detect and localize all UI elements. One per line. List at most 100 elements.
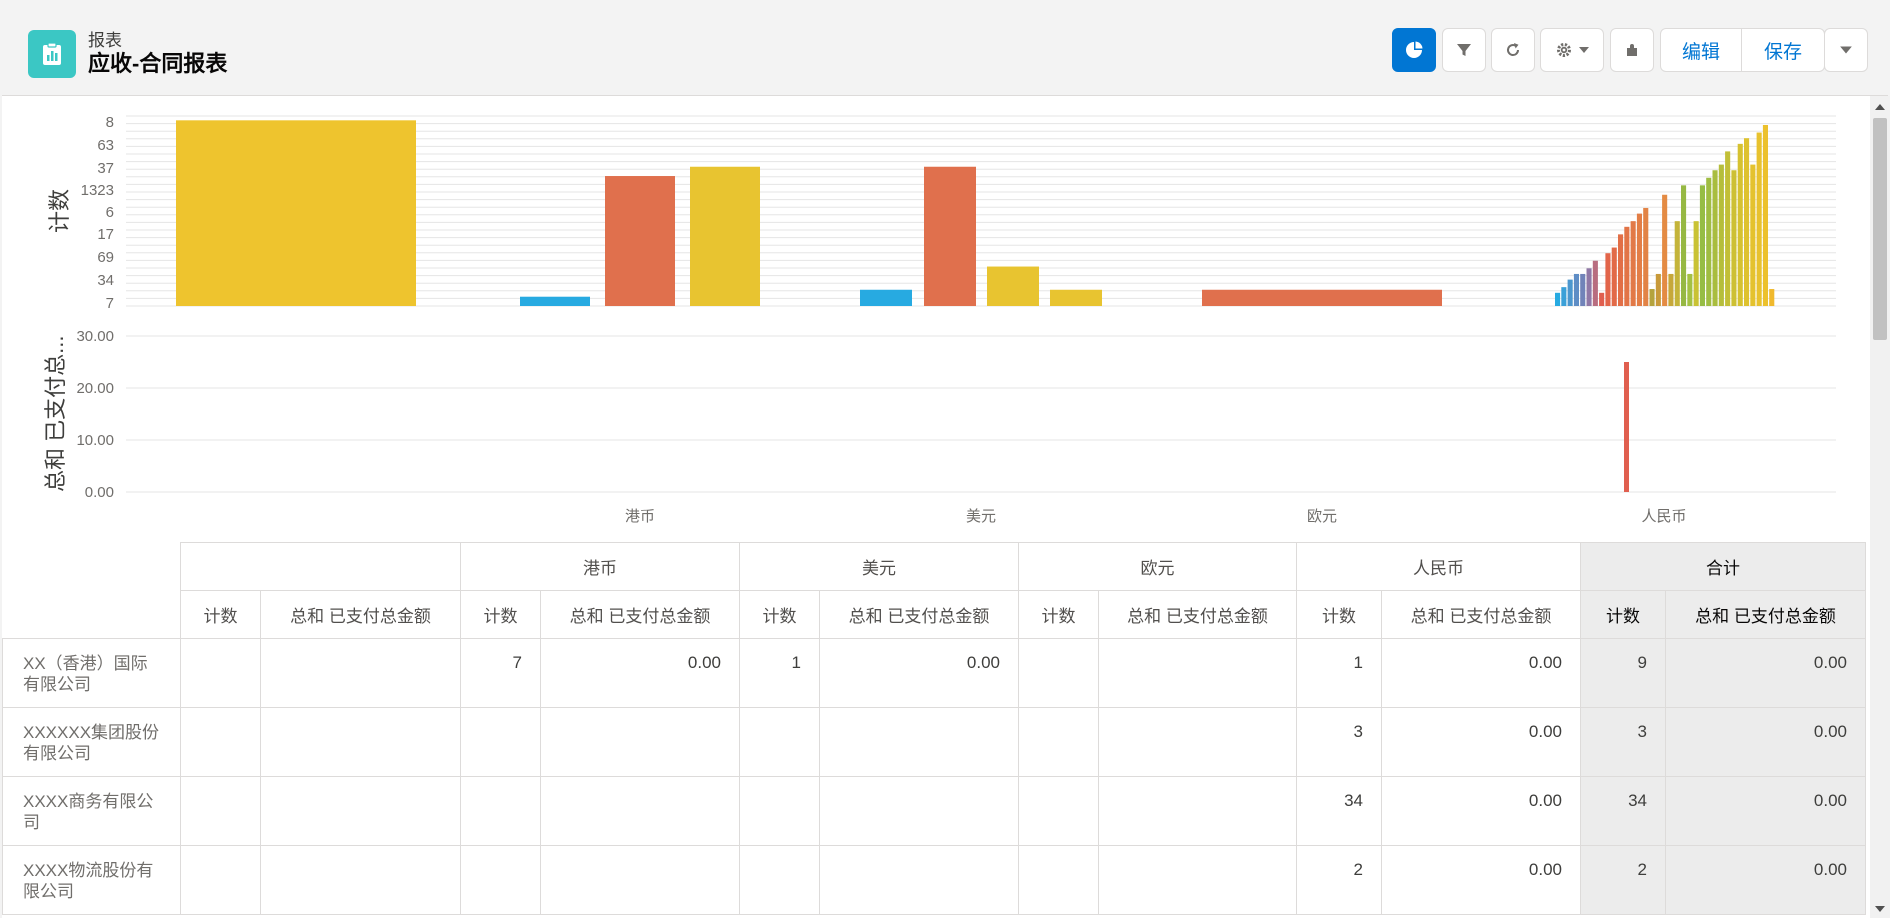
sum-cell: 0.00 <box>1665 776 1866 846</box>
rmb-count-bar <box>1643 207 1649 306</box>
rmb-count-bar <box>1706 177 1712 306</box>
amount-bar <box>1624 362 1629 492</box>
rmb-count-bar <box>1750 164 1756 306</box>
sum-paid-column-header[interactable]: 总和 已支付总金额 <box>1098 590 1297 639</box>
sum-cell: 0.00 <box>540 638 740 708</box>
y-tick-label: 17 <box>97 226 114 243</box>
report-chart: 计数 总和 已支付总... 7 34 69 17 6 1323 37 63 8 0.00 10.00… <box>2 96 1870 544</box>
count-column-header[interactable]: 计数 <box>1296 590 1382 639</box>
count-cell: 34 <box>1580 776 1666 846</box>
count-cell <box>460 707 541 777</box>
sum-cell <box>819 845 1019 915</box>
rmb-count-bar <box>1712 170 1718 306</box>
sum-cell: 0.00 <box>1665 707 1866 777</box>
rmb-count-bar <box>1636 213 1642 306</box>
count-cell <box>1018 638 1099 708</box>
rmb-count-bar <box>1555 292 1561 306</box>
sum-paid-column-header[interactable]: 总和 已支付总金额 <box>1665 590 1866 639</box>
count-cell <box>1018 707 1099 777</box>
addon-button[interactable] <box>1610 28 1654 72</box>
table-row: XX（香港）国际有限公司 7 0.00 1 0.00 1 0.00 9 0.00 <box>2 638 1866 708</box>
rmb-count-bar <box>1756 132 1762 306</box>
sum-paid-column-header[interactable]: 总和 已支付总金额 <box>1381 590 1581 639</box>
group-header-cny[interactable]: 人民币 <box>1296 542 1581 591</box>
table-row: XXXXXX集团股份有限公司 3 0.00 3 0.00 <box>2 707 1866 777</box>
row-label[interactable]: XX（香港）国际有限公司 <box>2 638 181 708</box>
count-bar <box>860 289 912 306</box>
rmb-count-bar <box>1718 164 1724 306</box>
rmb-count-bar <box>1611 247 1617 306</box>
sum-cell <box>1098 776 1297 846</box>
count-column-header[interactable]: 计数 <box>1018 590 1099 639</box>
vertical-scrollbar[interactable] <box>1870 96 1890 918</box>
count-cell: 34 <box>1296 776 1382 846</box>
save-button[interactable]: 保存 <box>1742 29 1824 71</box>
sum-cell: 0.00 <box>1665 845 1866 915</box>
count-cell <box>739 845 820 915</box>
x-category-label: 人民币 <box>1641 508 1686 525</box>
report-icon <box>28 30 76 78</box>
group-header-row: 港币 美元 欧元 人民币 合计 <box>2 542 1866 639</box>
chart-toggle-button[interactable] <box>1392 28 1436 72</box>
rmb-count-bar <box>1687 273 1693 306</box>
group-header-total[interactable]: 合计 <box>1580 542 1866 591</box>
x-category-label: 美元 <box>966 508 996 525</box>
count-cell: 3 <box>1296 707 1382 777</box>
rmb-count-bar <box>1693 221 1699 306</box>
row-label[interactable]: XXXX商务有限公司 <box>2 776 181 846</box>
count-bar <box>987 266 1039 306</box>
filter-button[interactable] <box>1442 28 1486 72</box>
filter-icon <box>1457 44 1471 56</box>
scroll-up-arrow-icon[interactable] <box>1875 104 1885 110</box>
sum-paid-column-header[interactable]: 总和 已支付总金额 <box>260 590 461 639</box>
count-bar <box>690 166 760 306</box>
more-actions-button[interactable] <box>1824 28 1868 72</box>
rmb-count-bar <box>1580 273 1586 306</box>
group-header-hkd[interactable]: 港币 <box>460 542 740 591</box>
rmb-count-bar <box>1630 221 1636 306</box>
count-bar <box>605 176 675 306</box>
group-header-blank[interactable] <box>180 542 461 591</box>
count-cell: 2 <box>1296 845 1382 915</box>
scroll-down-arrow-icon[interactable] <box>1875 906 1885 912</box>
count-column-header[interactable]: 计数 <box>460 590 541 639</box>
sum-cell: 0.00 <box>819 638 1019 708</box>
rmb-count-bar <box>1599 292 1605 306</box>
y-tick-label: 6 <box>106 204 114 221</box>
count-cell <box>180 638 261 708</box>
settings-dropdown-button[interactable] <box>1540 28 1604 72</box>
count-column-header[interactable]: 计数 <box>1580 590 1666 639</box>
row-label[interactable]: XXXX物流股份有限公司 <box>2 845 181 915</box>
sum-cell <box>819 707 1019 777</box>
row-label[interactable]: XXXXXX集团股份有限公司 <box>2 707 181 777</box>
count-cell: 3 <box>1580 707 1666 777</box>
group-header-eur[interactable]: 欧元 <box>1018 542 1297 591</box>
scroll-thumb[interactable] <box>1873 118 1887 340</box>
sum-cell <box>1098 707 1297 777</box>
sum-paid-column-header[interactable]: 总和 已支付总金额 <box>819 590 1019 639</box>
rmb-count-bar <box>1655 273 1661 306</box>
count-column-header[interactable]: 计数 <box>180 590 261 639</box>
clipboard-chart-icon <box>43 42 61 65</box>
pie-chart-icon <box>1406 41 1423 58</box>
sum-paid-column-header[interactable]: 总和 已支付总金额 <box>540 590 740 639</box>
count-cell: 2 <box>1580 845 1666 915</box>
count-cell: 1 <box>1296 638 1382 708</box>
refresh-button[interactable] <box>1491 28 1535 72</box>
y-tick-label: 7 <box>106 295 114 312</box>
rmb-count-bar <box>1699 185 1705 306</box>
sum-cell <box>260 776 461 846</box>
group-header-usd[interactable]: 美元 <box>739 542 1019 591</box>
y-tick-label: 69 <box>97 249 114 266</box>
rmb-count-bar <box>1731 170 1737 306</box>
sum-cell: 0.00 <box>1381 776 1581 846</box>
puzzle-icon <box>1627 44 1637 56</box>
edit-button[interactable]: 编辑 <box>1661 29 1742 71</box>
rmb-count-bar <box>1586 268 1592 306</box>
table-body: XX（香港）国际有限公司 7 0.00 1 0.00 1 0.00 9 0.00 XXXXXX集团… <box>2 638 1866 915</box>
x-category-label: 欧元 <box>1307 508 1337 525</box>
count-cell: 1 <box>739 638 820 708</box>
sum-cell <box>1098 845 1297 915</box>
count-cell: 7 <box>460 638 541 708</box>
count-column-header[interactable]: 计数 <box>739 590 820 639</box>
